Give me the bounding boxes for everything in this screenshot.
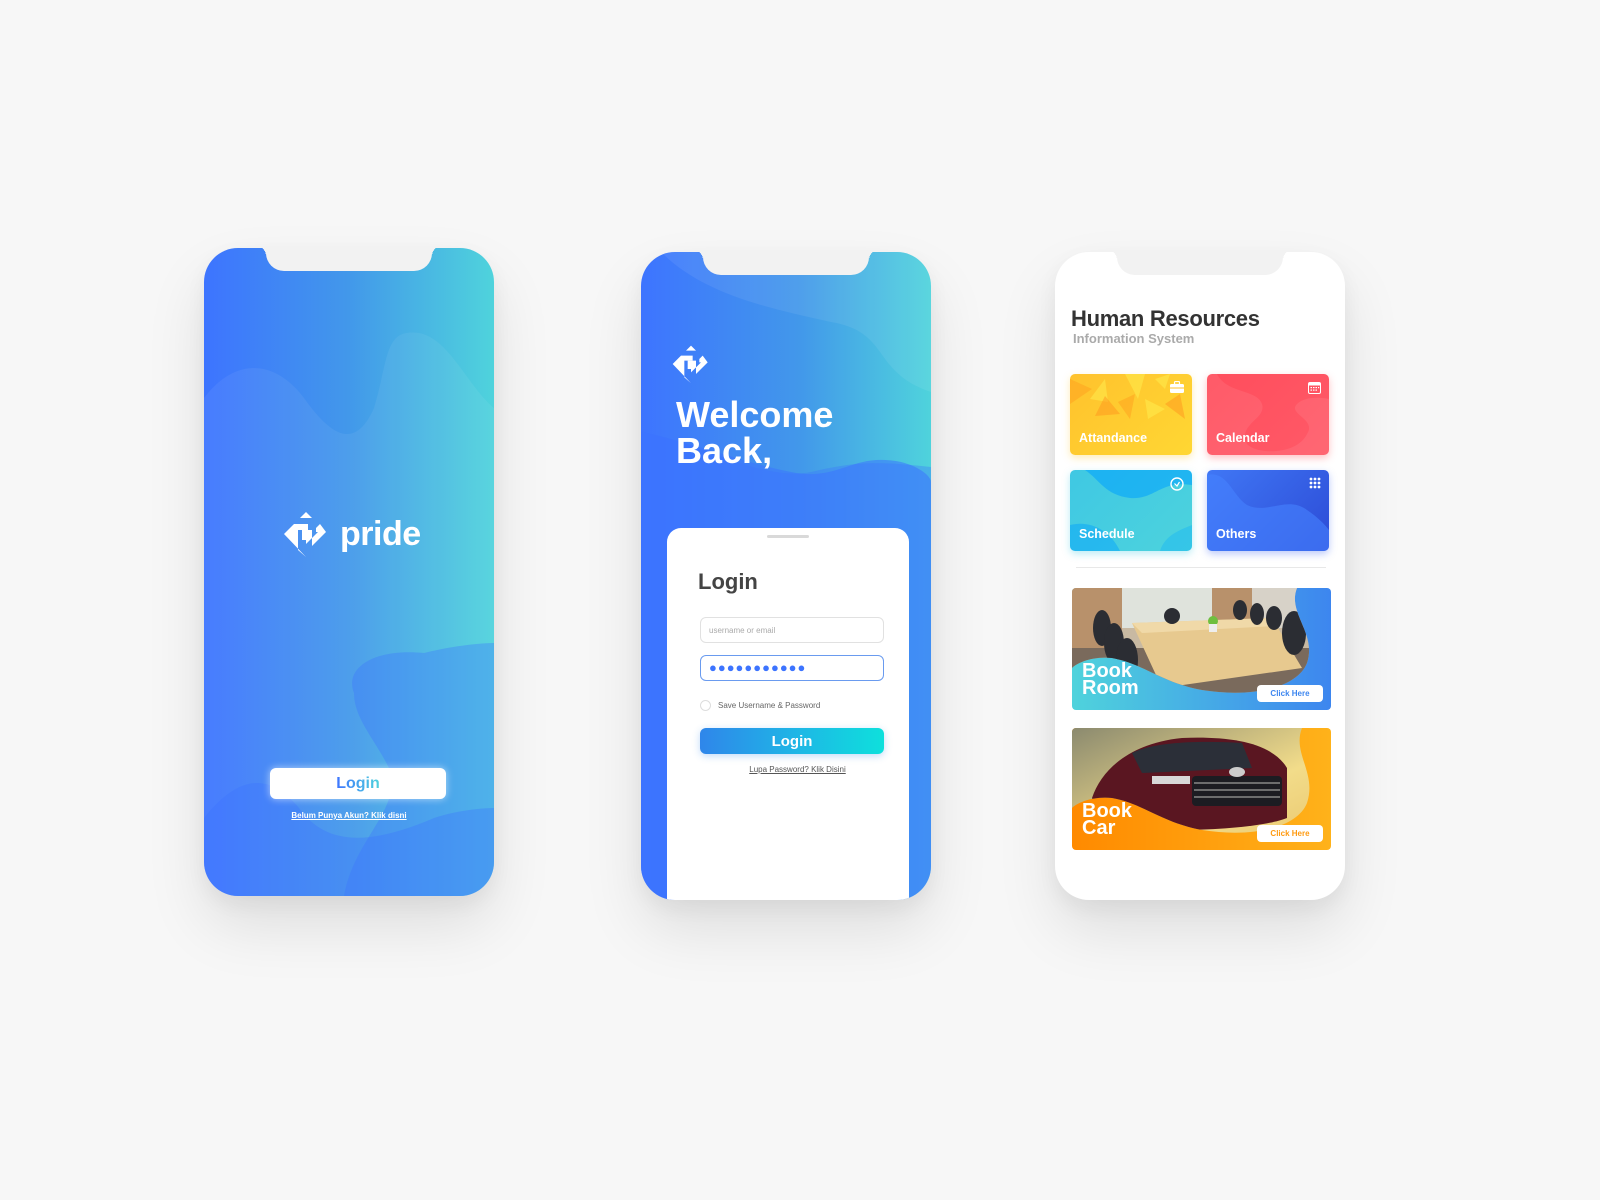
brand-logo: pride (282, 510, 421, 558)
signup-link[interactable]: Belum Punya Akun? Klik disni (204, 811, 494, 820)
login-card: Login ●●●●●●●●●●● Save Username & Passwo… (667, 528, 909, 900)
tile-calendar[interactable]: Calendar (1207, 374, 1329, 455)
clock-icon (1170, 477, 1184, 491)
password-input[interactable]: ●●●●●●●●●●● (700, 655, 884, 681)
tile-label: Others (1216, 527, 1257, 541)
login-submit-button[interactable]: Login (700, 728, 884, 754)
username-input[interactable] (700, 617, 884, 643)
save-credentials-radio[interactable] (700, 700, 711, 711)
welcome-line-2: Back, (676, 430, 773, 471)
pride-logo-icon (284, 512, 326, 557)
pride-logo-icon (672, 345, 708, 384)
book-car-button[interactable]: Click Here (1257, 825, 1323, 842)
grid-icon (1309, 477, 1321, 489)
welcome-line-1: Welcome (676, 394, 834, 435)
login-screen: Welcome Back, Login ●●●●●●●●●●● Save Use… (641, 252, 931, 900)
save-credentials-row: Save Username & Password (700, 700, 820, 711)
login-title: Login (698, 569, 758, 594)
tile-label: Attandance (1079, 431, 1148, 445)
save-credentials-label: Save Username & Password (718, 701, 821, 710)
page-title: Human Resources (1071, 306, 1260, 331)
tile-schedule[interactable]: Schedule (1070, 470, 1192, 551)
tile-label: Calendar (1216, 431, 1270, 445)
banner-book-room[interactable]: Book Room Click Here (1072, 588, 1331, 710)
dashboard-screen: Human Resources Information System Attan… (1055, 252, 1345, 900)
tile-label: Schedule (1079, 527, 1135, 541)
tile-others[interactable]: Others (1207, 470, 1329, 551)
banner-title-line-2: Car (1082, 817, 1116, 839)
phone-notch (693, 252, 879, 275)
phone-notch (256, 248, 442, 271)
login-button-label: Login (336, 774, 380, 792)
briefcase-icon (1170, 381, 1184, 393)
page-subtitle: Information System (1073, 331, 1195, 346)
section-divider (1076, 567, 1326, 568)
phone-notch (1107, 252, 1293, 275)
splash-screen: pride Login Belum Punya Akun? Klik disni (204, 248, 494, 896)
banner-book-car[interactable]: Book Car Click Here (1072, 728, 1331, 850)
banner-title: Book Car (1082, 801, 1132, 839)
banner-title-line-2: Room (1082, 677, 1139, 699)
drag-handle[interactable] (767, 535, 809, 538)
brand-name: pride (340, 514, 421, 553)
calendar-icon (1308, 382, 1321, 394)
book-room-button[interactable]: Click Here (1257, 685, 1323, 702)
splash-login-button[interactable]: Login (270, 768, 446, 799)
forgot-password-link[interactable]: Lupa Password? Klik Disini (700, 765, 895, 774)
welcome-heading: Welcome Back, (676, 397, 833, 469)
tile-attendance[interactable]: Attandance (1070, 374, 1192, 455)
banner-title: Book Room (1082, 661, 1139, 699)
